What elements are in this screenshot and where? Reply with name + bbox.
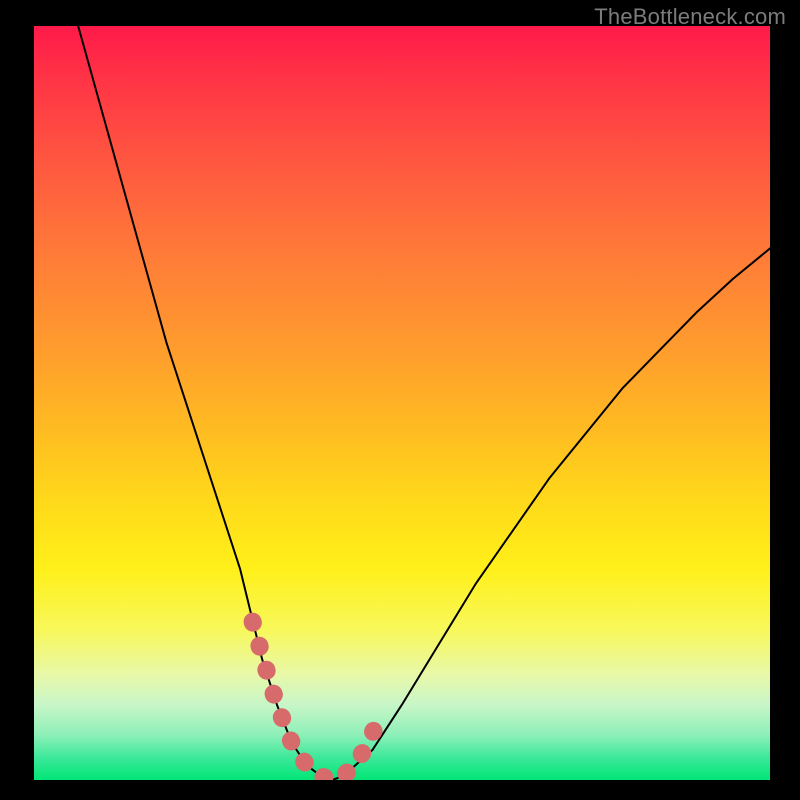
curve-svg xyxy=(34,26,770,780)
bottleneck-curve xyxy=(78,26,770,780)
chart-frame: TheBottleneck.com xyxy=(0,0,800,800)
plot-area xyxy=(34,26,770,780)
sweet-spot-marker xyxy=(253,622,379,780)
